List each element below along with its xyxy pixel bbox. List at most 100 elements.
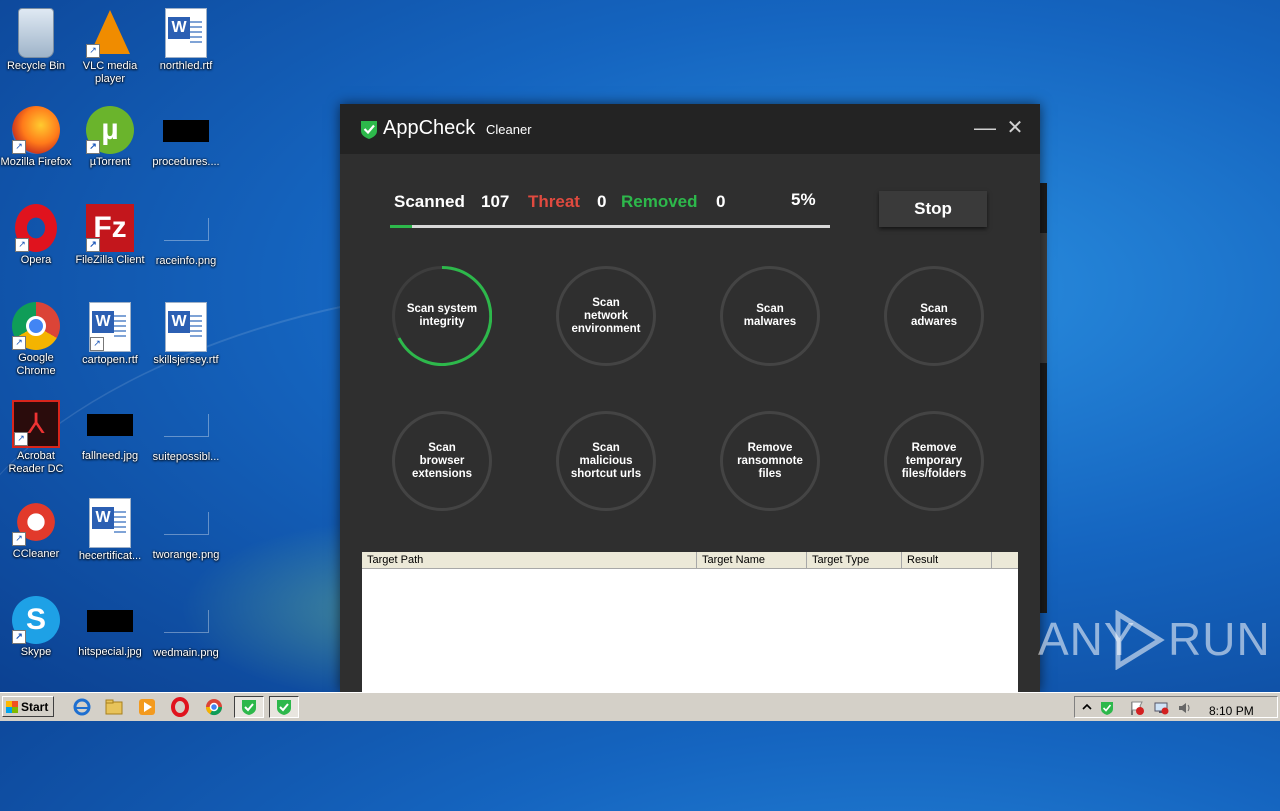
acrobat-icon: ⅄ ↗ [12,400,60,448]
remove-ransomnote-files-button[interactable]: Remove ransomnote files [720,411,820,511]
desktop-icon-ccleaner[interactable]: ↗ CCleaner [0,498,74,561]
chrome-taskbar-icon[interactable] [204,697,224,717]
column-header-target-name[interactable]: Target Name [697,552,807,568]
appcheck-taskbar-button[interactable] [234,696,264,718]
scan-malwares-button[interactable]: Scan malwares [720,266,820,366]
image-file-icon [163,512,209,535]
window-titlebar[interactable]: AppCheck Cleaner — ✕ [340,104,1040,154]
results-table[interactable]: Target Path Target Name Target Type Resu… [362,552,1018,692]
desktop-icon-tworange[interactable]: tworange.png [148,498,224,562]
filezilla-icon: Fz ↗ [86,204,134,252]
desktop-icon-hecertificat[interactable]: W hecertificat... [72,498,148,563]
media-player-icon[interactable] [137,697,157,717]
vlc-icon: ↗ [86,10,134,58]
desktop-icon-chrome[interactable]: ↗ Google Chrome [0,302,74,378]
minimize-button[interactable]: — [973,116,997,140]
firefox-icon: ↗ [12,106,60,154]
desktop-icon-label: procedures.... [152,156,220,168]
volume-icon[interactable] [1177,700,1193,716]
desktop-icon-suitepossibl[interactable]: suitepossibl... [148,400,224,464]
desktop-icon-label: hitspecial.jpg [78,646,142,658]
shortcut-arrow-icon: ↗ [86,140,100,154]
desktop-icon-procedures[interactable]: procedures.... [148,106,224,169]
desktop-icon-opera[interactable]: ↗ Opera [0,204,74,267]
desktop-icon-label: Opera [20,254,52,266]
word-document-icon: W [165,302,207,352]
appcheck-cleaner-taskbar-button[interactable] [269,696,299,718]
appcheck-shield-icon [277,700,291,715]
desktop-icon-cartopen[interactable]: W ↗ cartopen.rtf [72,302,148,367]
scan-adwares-button[interactable]: Scan adwares [884,266,984,366]
desktop-icon-skype[interactable]: S ↗ Skype [0,596,74,659]
desktop-icon-northled[interactable]: W northled.rtf [148,8,224,73]
remove-temporary-files-button[interactable]: Remove temporary files/folders [884,411,984,511]
desktop-icon-hitspecial[interactable]: hitspecial.jpg [72,596,148,659]
scan-malicious-shortcut-urls-button[interactable]: Scan malicious shortcut urls [556,411,656,511]
app-title: AppCheck [383,117,476,139]
shortcut-arrow-icon: ↗ [86,238,100,252]
desktop-icon-label: Google Chrome [16,352,56,377]
desktop-icon-label: Recycle Bin [6,60,66,72]
word-document-icon: W [89,498,131,548]
desktop-icon-vlc[interactable]: ↗ VLC media player [72,8,148,86]
desktop-icon-skillsjersey[interactable]: W skillsjersey.rtf [148,302,224,367]
shortcut-arrow-icon: ↗ [86,44,100,58]
desktop-icon-label: tworange.png [152,549,220,561]
opera-taskbar-icon[interactable] [170,697,190,717]
desktop-icon-fallneed[interactable]: fallneed.jpg [72,400,148,463]
action-center-flag-icon[interactable] [1129,700,1145,716]
watermark-text-right: RUN [1168,613,1271,665]
column-header-target-path[interactable]: Target Path [362,552,697,568]
desktop-icon-label: CCleaner [12,548,60,560]
column-header-result[interactable]: Result [902,552,992,568]
internet-explorer-icon[interactable] [72,697,92,717]
removed-label: Removed [621,192,698,211]
scanned-label: Scanned [394,192,465,211]
shortcut-arrow-icon: ↗ [15,238,29,252]
scan-activity-ring-icon [397,266,492,366]
desktop-icon-label: raceinfo.png [155,255,217,267]
desktop-icon-label: hecertificat... [78,550,142,562]
scan-browser-extensions-button[interactable]: Scan browser extensions [392,411,492,511]
stop-button[interactable]: Stop [879,191,987,227]
scan-button-label: Scan network environment [571,296,641,335]
desktop-icon-acrobat[interactable]: ⅄ ↗ Acrobat Reader DC [0,400,74,476]
desktop-icon-label: FileZilla Client [75,254,145,266]
desktop-icon-filezilla[interactable]: Fz ↗ FileZilla Client [72,204,148,267]
chrome-icon: ↗ [12,302,60,350]
start-button[interactable]: Start [2,696,54,717]
network-icon[interactable] [1153,700,1169,716]
scan-progress-fill [390,225,412,228]
ccleaner-icon: ↗ [12,498,60,546]
image-file-icon [87,414,133,436]
shortcut-arrow-icon: ↗ [12,336,26,350]
scan-system-integrity-button[interactable]: Scan system integrity [392,266,492,366]
scan-button-label: Scan malicious shortcut urls [570,441,642,480]
appcheck-tray-icon[interactable] [1099,700,1115,716]
desktop-icon-recycle-bin[interactable]: Recycle Bin [0,8,74,73]
close-button[interactable]: ✕ [1003,116,1027,140]
background-scrollbar-thumb[interactable] [1040,233,1047,363]
shortcut-arrow-icon: ↗ [12,630,26,644]
background-scrollbar[interactable] [1040,183,1047,613]
scanned-count: 107 [481,192,510,211]
desktop-icon-label: µTorrent [89,156,131,168]
desktop-icon-raceinfo[interactable]: raceinfo.png [148,204,224,268]
scan-button-label: Scan adwares [910,303,958,328]
scan-network-environment-button[interactable]: Scan network environment [556,266,656,366]
file-explorer-icon[interactable] [104,697,124,717]
scan-button-label: Scan malwares [743,303,797,328]
appcheck-shield-icon [361,121,377,139]
tray-expand-icon[interactable] [1079,700,1095,716]
skype-icon: S ↗ [12,596,60,644]
removed-count: 0 [716,192,726,211]
shortcut-arrow-icon: ↗ [12,532,26,546]
system-tray: 8:10 PM [1074,696,1278,718]
desktop-icon-utorrent[interactable]: µ ↗ µTorrent [72,106,148,169]
opera-icon: ↗ [15,204,57,252]
taskbar-clock[interactable]: 8:10 PM [1209,697,1254,725]
desktop-icon-firefox[interactable]: ↗ Mozilla Firefox [0,106,74,169]
desktop-icon-wedmain[interactable]: wedmain.png [148,596,224,660]
column-header-target-type[interactable]: Target Type [807,552,902,568]
scan-button-label: Scan browser extensions [411,441,473,480]
